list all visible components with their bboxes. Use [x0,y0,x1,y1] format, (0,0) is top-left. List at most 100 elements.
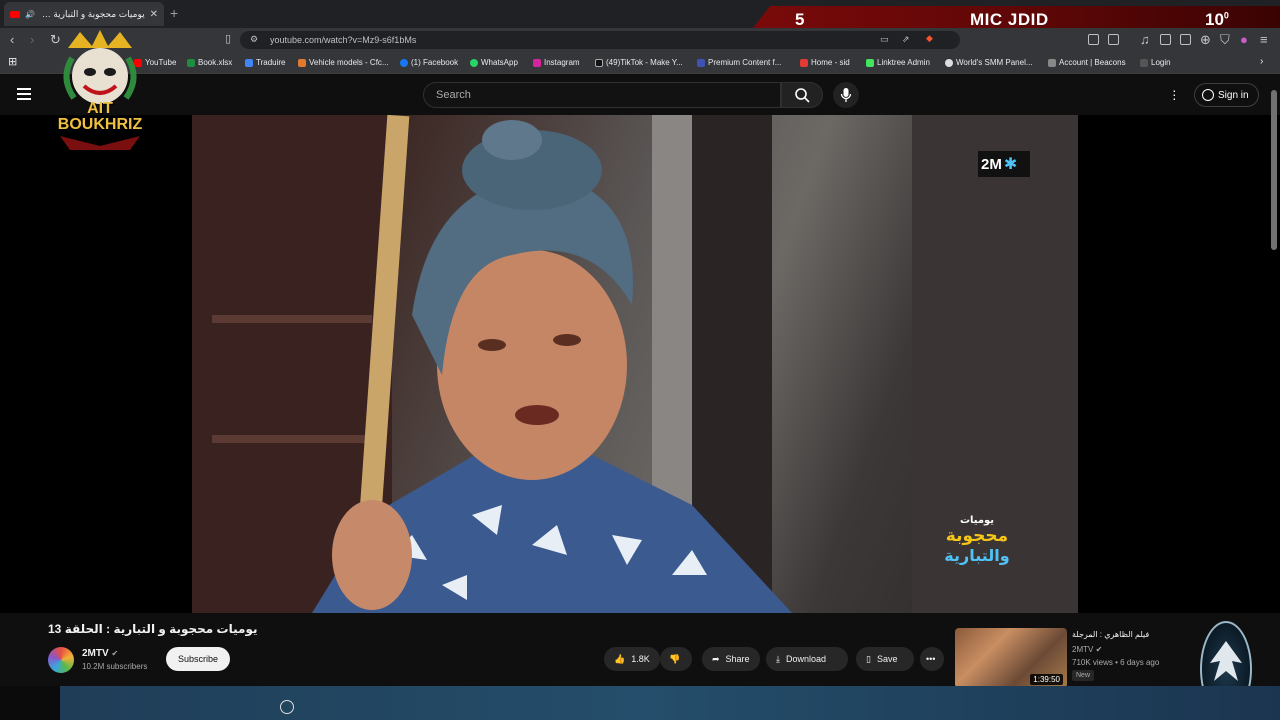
streamer-logo: AIT BOUKHRIZ [40,28,160,152]
subscribe-button[interactable]: Subscribe [166,647,230,671]
bookmark-page-icon[interactable]: ▯ [225,32,231,45]
bookmark-item[interactable]: Traduire [245,58,286,67]
facebook-icon [400,58,408,67]
thumbs-down-icon: 👎 [669,653,681,664]
subscriber-count: 10.2M subscribers [82,662,148,671]
download-button[interactable]: ⤓ Download [766,647,848,671]
bookmark-item[interactable]: (1) Facebook [400,58,458,67]
bookmark-item[interactable]: Vehicle models - Cfc... [298,58,389,67]
save-button[interactable]: ▯ Save [856,647,914,671]
like-button[interactable]: 👍 1.8K [604,647,660,671]
bookmark-item[interactable]: (49)TikTok - Make Y... [595,58,683,67]
apps-grid-icon[interactable]: ⊞ [8,55,17,68]
thumbs-up-icon: 👍 [614,653,626,664]
share-page-icon[interactable]: ⇗ [902,34,910,45]
video-player[interactable]: 2M ✱ يوميات محجوبة والتبارية [0,115,1280,613]
login-icon [1140,58,1148,67]
page-scrollbar[interactable] [1271,90,1277,250]
search-icon [795,88,810,103]
mouse-cursor-icon [280,700,294,714]
sidebar-icon[interactable] [1160,34,1171,45]
voice-search-button[interactable] [833,82,859,108]
profile-icon[interactable]: ● [1240,32,1248,47]
overlay-time: 100 [1205,10,1229,29]
verified-icon: ✔ [111,649,119,658]
video-frame[interactable]: 2M ✱ يوميات محجوبة والتبارية [192,115,1078,613]
new-badge: New [1072,670,1095,681]
channel-watermark: 2M ✱ [978,151,1030,177]
vpn-icon[interactable]: ⊕ [1200,32,1211,48]
translate-icon [245,58,253,67]
forward-icon[interactable]: › [30,32,34,47]
url-text: youtube.com/watch?v=Mz9-s6f1bMs [270,35,417,45]
bookmark-item[interactable]: Account | Beacons [1048,58,1126,67]
bookmark-item[interactable]: WhatsApp [470,58,518,67]
more-bookmarks-icon[interactable]: › [1260,56,1263,67]
account-icon [1202,89,1214,101]
channel-name[interactable]: 2MTV ✔ [82,648,118,659]
download-icon: ⤓ [776,653,780,664]
show-logo: يوميات محجوبة والتبارية [944,515,1010,565]
share-button[interactable]: ➦ Share [702,647,760,671]
more-options-icon[interactable]: · · · [1172,83,1177,105]
browser-toolbar: ‹ › ↻ ▯ ⚙ youtube.com/watch?v=Mz9-s6f1bM… [0,28,1280,52]
overlay-score: 5 [795,10,805,29]
dislike-button[interactable]: 👎 [660,647,692,671]
ellipsis-icon: ••• [926,654,936,664]
audio-icon[interactable]: 🔊 [25,10,35,19]
beacons-icon [1048,58,1056,67]
wallet-icon[interactable] [1180,34,1191,45]
youtube-header: Search · · · Sign in [0,75,1280,115]
search-input[interactable]: Search [423,82,781,108]
new-tab-button[interactable]: + [170,5,178,21]
bookmark-item[interactable]: Premium Content f... [697,58,781,67]
shield-icon[interactable]: ⛉ [1220,32,1230,48]
sheets-icon [187,58,195,67]
smm-icon [945,58,953,67]
share-icon: ➦ [712,653,720,664]
tiktok-icon [595,58,603,67]
bookmarks-bar: ⊞ YouTube Book.xlsx Traduire Vehicle mod… [0,52,1280,74]
microphone-icon [840,88,852,102]
recommended-title[interactable]: فيلم الظاهري : المرجلة [1072,630,1149,639]
close-tab-icon[interactable]: ✕ [150,9,158,20]
brave-shield-icon[interactable]: ◆ [926,33,933,44]
youtube-favicon-icon [10,10,20,18]
address-bar[interactable]: ⚙ youtube.com/watch?v=Mz9-s6f1bMs ▭ ⇗ ◆ [240,31,960,49]
back-icon[interactable]: ‹ [10,32,14,47]
star-logo-icon: ✱ [1003,156,1018,173]
cast-icon[interactable]: ▭ [880,34,889,45]
channel-avatar[interactable] [48,647,74,673]
extension-icon[interactable] [1088,34,1099,45]
vehicle-icon [298,58,306,67]
home-icon [800,58,808,67]
hamburger-menu-icon[interactable] [17,88,31,100]
content-icon [697,58,705,67]
video-title: يوميات محجوبة و التبارية : الحلقة 13 [48,622,258,636]
bookmark-item[interactable]: Home - sid [800,58,850,67]
bookmark-item[interactable]: World's SMM Panel... [945,58,1033,67]
bookmark-item[interactable]: Book.xlsx [187,58,232,67]
more-actions-button[interactable]: ••• [920,647,944,671]
overlay-title: MIC JDID [970,10,1049,29]
browser-tab[interactable]: 🔊 يوميات محجوبة و التبارية : الحلقة 13 ✕ [4,2,164,26]
recommended-meta: 710K views • 6 days ago [1072,658,1160,667]
bookmark-item[interactable]: Linktree Admin [866,58,930,67]
extension-icon[interactable] [1108,34,1119,45]
recommended-channel[interactable]: 2MTV ✔ [1072,645,1102,654]
video-duration: 1:39:50 [1030,674,1063,685]
tab-title: يوميات محجوبة و التبارية : الحلقة 13 [40,8,145,19]
linktree-icon [866,58,874,67]
bookmark-icon: ▯ [866,653,871,664]
bookmark-item[interactable]: Login [1140,58,1171,67]
site-info-icon[interactable]: ⚙ [250,34,258,45]
whatsapp-icon [470,58,478,67]
sign-in-button[interactable]: Sign in [1194,83,1259,107]
instagram-icon [533,58,541,67]
search-button[interactable] [781,82,823,108]
verified-icon: ✔ [1095,645,1103,654]
recommended-thumbnail[interactable]: 1:39:50 [955,628,1067,688]
media-icon[interactable]: ♫ [1140,32,1150,47]
menu-icon[interactable]: ≡ [1260,32,1268,47]
bookmark-item[interactable]: Instagram [533,58,580,67]
